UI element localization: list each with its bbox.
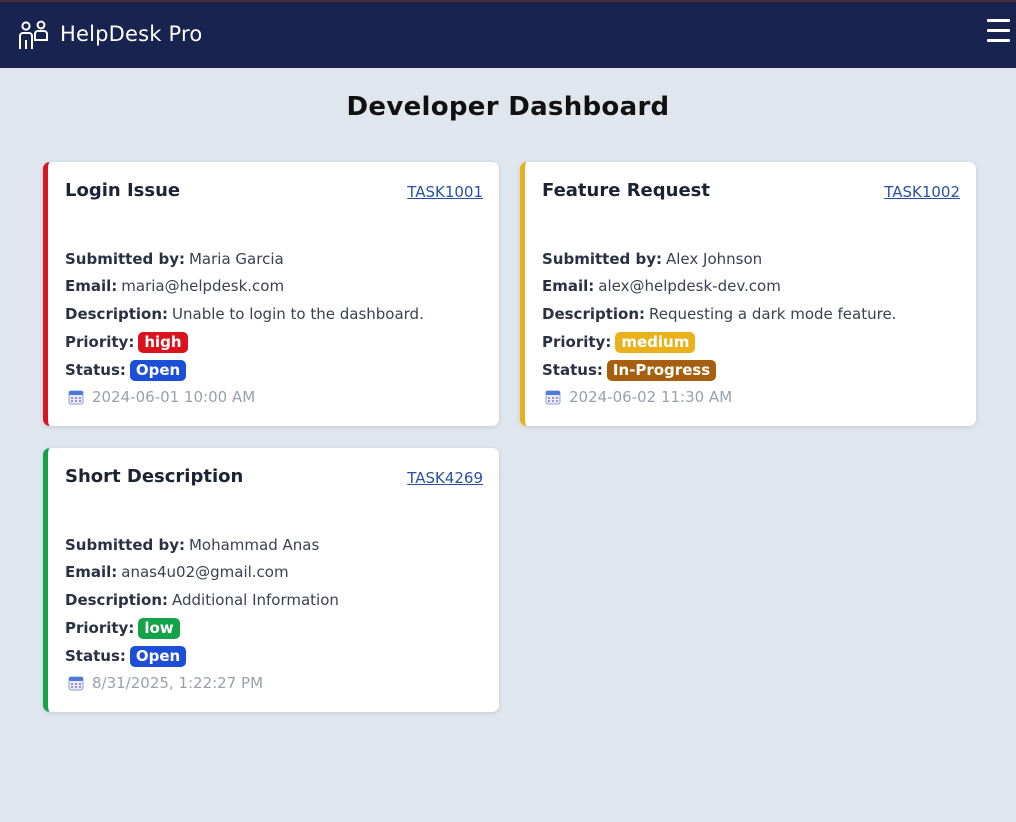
page-title: Developer Dashboard <box>346 92 670 122</box>
submitted-by-field: Submitted by: Alex Johnson <box>542 250 762 268</box>
email-field: Email: alex@helpdesk-dev.com <box>542 277 781 295</box>
priority-field: Priority: medium <box>542 332 696 353</box>
calendar-icon <box>68 390 84 405</box>
description-value: Additional Information <box>172 591 339 609</box>
priority-badge: low <box>138 618 180 639</box>
ticket-card: Short Description TASK4269 Submitted by:… <box>43 448 499 712</box>
status-badge: Open <box>129 646 187 667</box>
submitted-by-field: Submitted by: Mohammad Anas <box>65 536 319 554</box>
submitted-by-label: Submitted by: <box>542 250 662 268</box>
description-value: Unable to login to the dashboard. <box>172 305 424 323</box>
status-label: Status: <box>542 361 603 379</box>
status-label: Status: <box>65 647 126 665</box>
description-field: Description: Unable to login to the dashb… <box>65 305 424 323</box>
email-label: Email: <box>65 563 118 581</box>
ticket-id-link[interactable]: TASK4269 <box>407 469 483 487</box>
status-badge: Open <box>129 360 187 381</box>
ticket-card: Login Issue TASK1001 Submitted by: Maria … <box>43 162 499 426</box>
ticket-card: Feature Request TASK1002 Submitted by: Al… <box>520 162 976 426</box>
description-field: Description: Requesting a dark mode featu… <box>542 305 896 323</box>
submitted-by-value: Alex Johnson <box>665 250 763 268</box>
brand-title[interactable]: HelpDesk Pro <box>60 22 202 46</box>
ticket-id-link[interactable]: TASK1002 <box>884 183 960 201</box>
ticket-date: 2024-06-02 11:30 AM <box>545 388 732 406</box>
date-value: 8/31/2025, 1:22:27 PM <box>92 674 264 692</box>
priority-label: Priority: <box>65 619 135 637</box>
email-value: anas4u02@gmail.com <box>121 563 289 581</box>
priority-field: Priority: low <box>65 618 180 639</box>
description-label: Description: <box>542 305 646 323</box>
status-field: Status: Open <box>65 646 187 667</box>
priority-field: Priority: high <box>65 332 188 353</box>
submitted-by-value: Maria Garcia <box>188 250 284 268</box>
ticket-title: Login Issue <box>65 180 181 201</box>
submitted-by-label: Submitted by: <box>65 536 185 554</box>
priority-label: Priority: <box>542 333 612 351</box>
priority-label: Priority: <box>65 333 135 351</box>
submitted-by-label: Submitted by: <box>65 250 185 268</box>
ticket-date: 8/31/2025, 1:22:27 PM <box>68 674 263 692</box>
submitted-by-field: Submitted by: Maria Garcia <box>65 250 284 268</box>
email-label: Email: <box>542 277 595 295</box>
calendar-icon <box>545 390 561 405</box>
description-label: Description: <box>65 591 169 609</box>
status-field: Status: Open <box>65 360 187 381</box>
description-field: Description: Additional Information <box>65 591 339 609</box>
status-badge: In-Progress <box>606 360 717 381</box>
hamburger-menu-icon[interactable] <box>987 19 1010 45</box>
description-value: Requesting a dark mode feature. <box>649 305 897 323</box>
status-label: Status: <box>65 361 126 379</box>
description-label: Description: <box>65 305 169 323</box>
email-label: Email: <box>65 277 118 295</box>
date-value: 2024-06-01 10:00 AM <box>92 388 256 406</box>
ticket-date: 2024-06-01 10:00 AM <box>68 388 255 406</box>
submitted-by-value: Mohammad Anas <box>188 536 320 554</box>
email-field: Email: anas4u02@gmail.com <box>65 563 289 581</box>
priority-badge: medium <box>615 332 696 353</box>
navbar: HelpDesk Pro <box>0 0 1016 68</box>
calendar-icon <box>68 676 84 691</box>
priority-badge: high <box>138 332 188 353</box>
status-field: Status: In-Progress <box>542 360 717 381</box>
ticket-id-link[interactable]: TASK1001 <box>407 183 483 201</box>
date-value: 2024-06-02 11:30 AM <box>569 388 733 406</box>
email-value: alex@helpdesk-dev.com <box>598 277 781 295</box>
people-icon <box>19 20 48 49</box>
ticket-title: Short Description <box>65 466 244 487</box>
ticket-title: Feature Request <box>542 180 710 201</box>
email-field: Email: maria@helpdesk.com <box>65 277 284 295</box>
email-value: maria@helpdesk.com <box>121 277 285 295</box>
